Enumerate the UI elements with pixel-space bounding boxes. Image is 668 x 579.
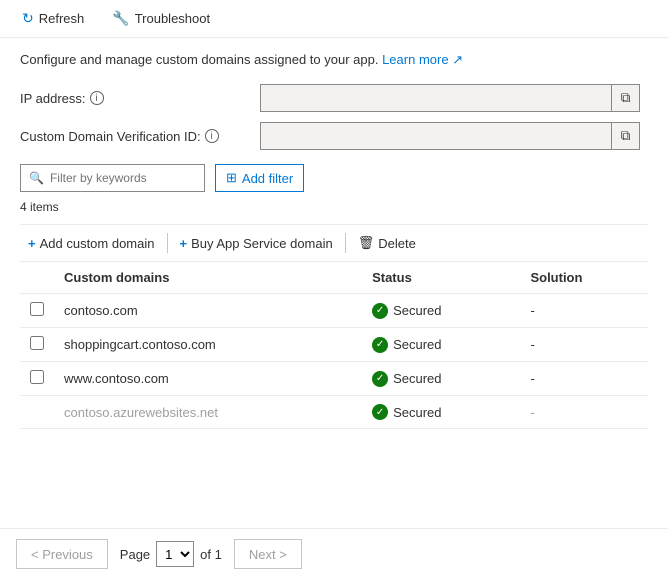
ip-address-copy-button[interactable]: ⧉	[611, 85, 639, 111]
plus-icon-1: +	[28, 236, 36, 251]
ip-address-row: IP address: i ⧉	[20, 84, 648, 112]
status-cell: ✓ Secured	[362, 294, 520, 328]
status-cell: ✓ Secured	[362, 328, 520, 362]
action-bar: + Add custom domain + Buy App Service do…	[20, 224, 648, 262]
previous-button[interactable]: < Previous	[16, 539, 108, 569]
table-row: contoso.azurewebsites.net ✓ Secured -	[20, 396, 648, 429]
secured-check-icon: ✓	[372, 371, 388, 387]
status-text: Secured	[393, 337, 441, 352]
table-header-checkbox-cell	[20, 262, 54, 294]
custom-domain-info-icon[interactable]: i	[205, 129, 219, 143]
domain-table: Custom domains Status Solution contoso.c…	[20, 262, 648, 429]
status-text: Secured	[393, 303, 441, 318]
status-cell: ✓ Secured	[362, 396, 520, 429]
next-button[interactable]: Next >	[234, 539, 302, 569]
troubleshoot-icon: 🔧	[112, 10, 129, 27]
row-checkbox-cell	[20, 328, 54, 362]
search-box: 🔍	[20, 164, 205, 192]
troubleshoot-label: Troubleshoot	[135, 11, 210, 26]
domain-cell: contoso.com	[54, 294, 362, 328]
table-row: shoppingcart.contoso.com ✓ Secured -	[20, 328, 648, 362]
row-checkbox-cell	[20, 294, 54, 328]
toolbar: ↻ Refresh 🔧 Troubleshoot	[0, 0, 668, 38]
add-filter-button[interactable]: ⊞ Add filter	[215, 164, 304, 192]
status-secured: ✓ Secured	[372, 303, 510, 319]
solution-cell: -	[520, 362, 648, 396]
row-checkbox[interactable]	[30, 336, 44, 350]
status-text: Secured	[393, 405, 441, 420]
status-secured: ✓ Secured	[372, 371, 510, 387]
custom-domain-input[interactable]	[261, 129, 611, 144]
trash-icon: 🗑	[358, 235, 375, 251]
ip-address-input-wrapper: ⧉	[260, 84, 640, 112]
page-label-text: Page	[120, 547, 150, 562]
table-header-row: Custom domains Status Solution	[20, 262, 648, 294]
custom-domain-input-wrapper: ⧉	[260, 122, 640, 150]
delete-button[interactable]: 🗑 Delete	[350, 231, 424, 255]
description-text: Configure and manage custom domains assi…	[20, 52, 378, 67]
ip-address-label: IP address: i	[20, 91, 260, 106]
plus-icon-2: +	[180, 236, 188, 251]
solution-cell: -	[520, 328, 648, 362]
secured-check-icon: ✓	[372, 303, 388, 319]
buy-app-service-domain-label: Buy App Service domain	[191, 236, 333, 251]
add-custom-domain-button[interactable]: + Add custom domain	[20, 232, 163, 255]
filter-row: 🔍 ⊞ Add filter	[20, 164, 648, 192]
table-row: www.contoso.com ✓ Secured -	[20, 362, 648, 396]
action-separator-1	[167, 233, 168, 253]
troubleshoot-button[interactable]: 🔧 Troubleshoot	[106, 6, 216, 31]
secured-check-icon: ✓	[372, 404, 388, 420]
copy-icon-2: ⧉	[621, 128, 631, 144]
learn-more-link[interactable]: Learn more ↗	[382, 52, 463, 67]
solution-cell: -	[520, 294, 648, 328]
external-link-icon: ↗	[452, 52, 463, 67]
delete-label: Delete	[378, 236, 416, 251]
action-separator-2	[345, 233, 346, 253]
learn-more-label: Learn more	[382, 52, 448, 67]
domain-cell: contoso.azurewebsites.net	[54, 396, 362, 429]
copy-icon: ⧉	[621, 90, 631, 106]
solution-cell: -	[520, 396, 648, 429]
items-count-text: 4 items	[20, 200, 59, 214]
custom-domain-verification-label: Custom Domain Verification ID: i	[20, 129, 260, 144]
custom-domain-label-text: Custom Domain Verification ID:	[20, 129, 201, 144]
footer: < Previous Page 1 of 1 Next >	[0, 528, 668, 579]
buy-app-service-domain-button[interactable]: + Buy App Service domain	[172, 232, 341, 255]
previous-label: < Previous	[31, 547, 93, 562]
next-label: Next >	[249, 547, 287, 562]
refresh-button[interactable]: ↻ Refresh	[16, 6, 90, 31]
status-cell: ✓ Secured	[362, 362, 520, 396]
search-input[interactable]	[50, 171, 196, 185]
column-header-status: Status	[362, 262, 520, 294]
page-select[interactable]: 1	[156, 541, 194, 567]
column-header-domain: Custom domains	[54, 262, 362, 294]
custom-domain-copy-button[interactable]: ⧉	[611, 123, 639, 149]
ip-address-input[interactable]	[261, 91, 611, 106]
refresh-label: Refresh	[39, 11, 85, 26]
search-icon: 🔍	[29, 171, 44, 185]
domain-cell: shoppingcart.contoso.com	[54, 328, 362, 362]
domain-cell: www.contoso.com	[54, 362, 362, 396]
status-secured: ✓ Secured	[372, 404, 510, 420]
refresh-icon: ↻	[22, 10, 34, 27]
filter-icon: ⊞	[226, 170, 237, 186]
row-checkbox-cell	[20, 396, 54, 429]
add-custom-domain-label: Add custom domain	[40, 236, 155, 251]
add-filter-label: Add filter	[242, 171, 293, 186]
ip-address-label-text: IP address:	[20, 91, 86, 106]
table-row: contoso.com ✓ Secured -	[20, 294, 648, 328]
row-checkbox[interactable]	[30, 302, 44, 316]
status-text: Secured	[393, 371, 441, 386]
secured-check-icon: ✓	[372, 337, 388, 353]
status-secured: ✓ Secured	[372, 337, 510, 353]
items-count: 4 items	[20, 200, 648, 214]
row-checkbox[interactable]	[30, 370, 44, 384]
column-header-solution: Solution	[520, 262, 648, 294]
ip-address-info-icon[interactable]: i	[90, 91, 104, 105]
row-checkbox-cell	[20, 362, 54, 396]
custom-domain-verification-row: Custom Domain Verification ID: i ⧉	[20, 122, 648, 150]
page-info: Page 1 of 1	[120, 541, 222, 567]
of-label-text: of 1	[200, 547, 222, 562]
description: Configure and manage custom domains assi…	[20, 52, 648, 68]
